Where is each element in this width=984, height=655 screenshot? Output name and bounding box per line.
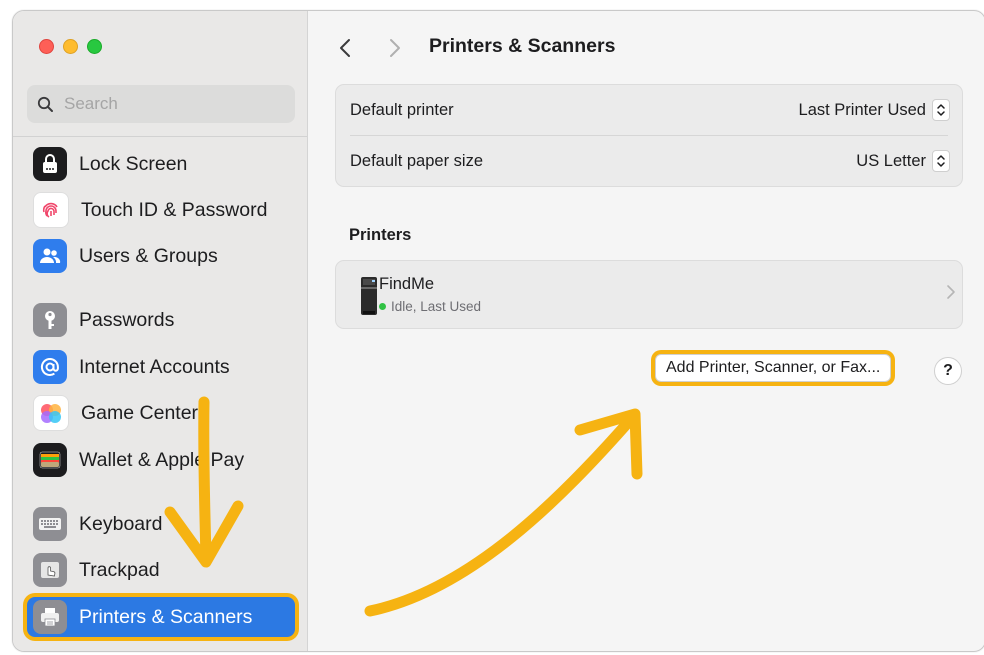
sidebar-item-touch-id[interactable]: Touch ID & Password: [33, 190, 293, 230]
sidebar-item-label: Touch ID & Password: [81, 198, 268, 221]
default-printer-popup-button[interactable]: [932, 99, 950, 121]
users-icon: [33, 239, 67, 273]
sidebar-item-label: Users & Groups: [79, 244, 218, 267]
sidebar-separator: [13, 136, 307, 137]
sidebar-item-label: Trackpad: [79, 558, 160, 581]
sidebar-item-label: Game Center: [81, 401, 199, 424]
sidebar-item-internet-accounts[interactable]: Internet Accounts: [33, 347, 293, 387]
sidebar-item-label: Wallet & Apple Pay: [79, 448, 245, 471]
keyboard-icon: [33, 507, 67, 541]
up-down-chevron-icon: [937, 104, 945, 116]
printer-name: FindMe: [379, 275, 435, 293]
add-printer-button[interactable]: Add Printer, Scanner, or Fax...: [655, 354, 892, 382]
sidebar-item-keyboard[interactable]: Keyboard: [33, 504, 293, 544]
lock-icon: [33, 147, 67, 181]
fingerprint-icon: [33, 192, 69, 228]
printer-list-item[interactable]: [335, 260, 963, 329]
paper-size-label: Default paper size: [350, 151, 483, 170]
chevron-right-icon: [946, 284, 956, 305]
chevron-left-icon: [340, 39, 350, 57]
game-center-icon: [33, 395, 69, 431]
search-icon: [37, 96, 53, 112]
paper-size-value[interactable]: US Letter: [856, 152, 926, 171]
window-controls: [39, 39, 102, 54]
default-printer-value[interactable]: Last Printer Used: [799, 101, 926, 120]
sidebar-item-passwords[interactable]: Passwords: [33, 300, 293, 340]
sidebar-item-label: Printers & Scanners: [79, 605, 253, 628]
printer-status-text: Idle, Last Used: [391, 299, 482, 314]
paper-size-popup-button[interactable]: [932, 150, 950, 172]
zoom-window-button[interactable]: [87, 39, 102, 54]
sidebar-item-label: Internet Accounts: [79, 355, 230, 378]
sidebar-item-trackpad[interactable]: Trackpad: [33, 550, 293, 590]
sidebar-item-users-groups[interactable]: Users & Groups: [33, 236, 293, 276]
sidebar-item-lock-screen[interactable]: Lock Screen: [33, 144, 293, 184]
at-icon: [33, 350, 67, 384]
defaults-card: Default printer Last Printer Used Defaul…: [335, 84, 963, 187]
printer-icon: [33, 600, 67, 634]
paper-size-row: Default paper size US Letter: [336, 136, 962, 186]
search-box[interactable]: [27, 85, 295, 123]
sidebar-item-label: Lock Screen: [79, 152, 188, 175]
sidebar: Lock Screen Touch ID & Password Users & …: [13, 11, 308, 651]
printers-section-title: Printers: [349, 226, 412, 244]
key-icon: [33, 303, 67, 337]
forward-button[interactable]: [383, 35, 407, 61]
chevron-right-icon: [390, 39, 400, 57]
minimize-window-button[interactable]: [63, 39, 78, 54]
printer-device-icon: [358, 275, 380, 322]
sidebar-item-wallet[interactable]: Wallet & Apple Pay: [33, 440, 293, 480]
printer-status: Idle, Last Used: [379, 299, 481, 314]
default-printer-label: Default printer: [350, 100, 454, 119]
wallet-icon: [33, 443, 67, 477]
help-button[interactable]: ?: [934, 357, 962, 385]
trackpad-icon: [33, 553, 67, 587]
sidebar-item-game-center[interactable]: Game Center: [33, 393, 293, 433]
default-printer-row: Default printer Last Printer Used: [336, 85, 962, 135]
sidebar-item-label: Passwords: [79, 308, 175, 331]
back-button[interactable]: [333, 35, 357, 61]
search-input[interactable]: [62, 93, 286, 115]
sidebar-item-label: Keyboard: [79, 512, 163, 535]
main-pane: Printers & Scanners Default printer Last…: [308, 11, 984, 651]
sidebar-item-printers-scanners[interactable]: Printers & Scanners: [27, 597, 295, 637]
up-down-chevron-icon: [937, 155, 945, 167]
settings-window: Lock Screen Touch ID & Password Users & …: [12, 10, 984, 652]
close-window-button[interactable]: [39, 39, 54, 54]
status-dot-icon: [379, 303, 386, 310]
page-title: Printers & Scanners: [429, 35, 616, 57]
